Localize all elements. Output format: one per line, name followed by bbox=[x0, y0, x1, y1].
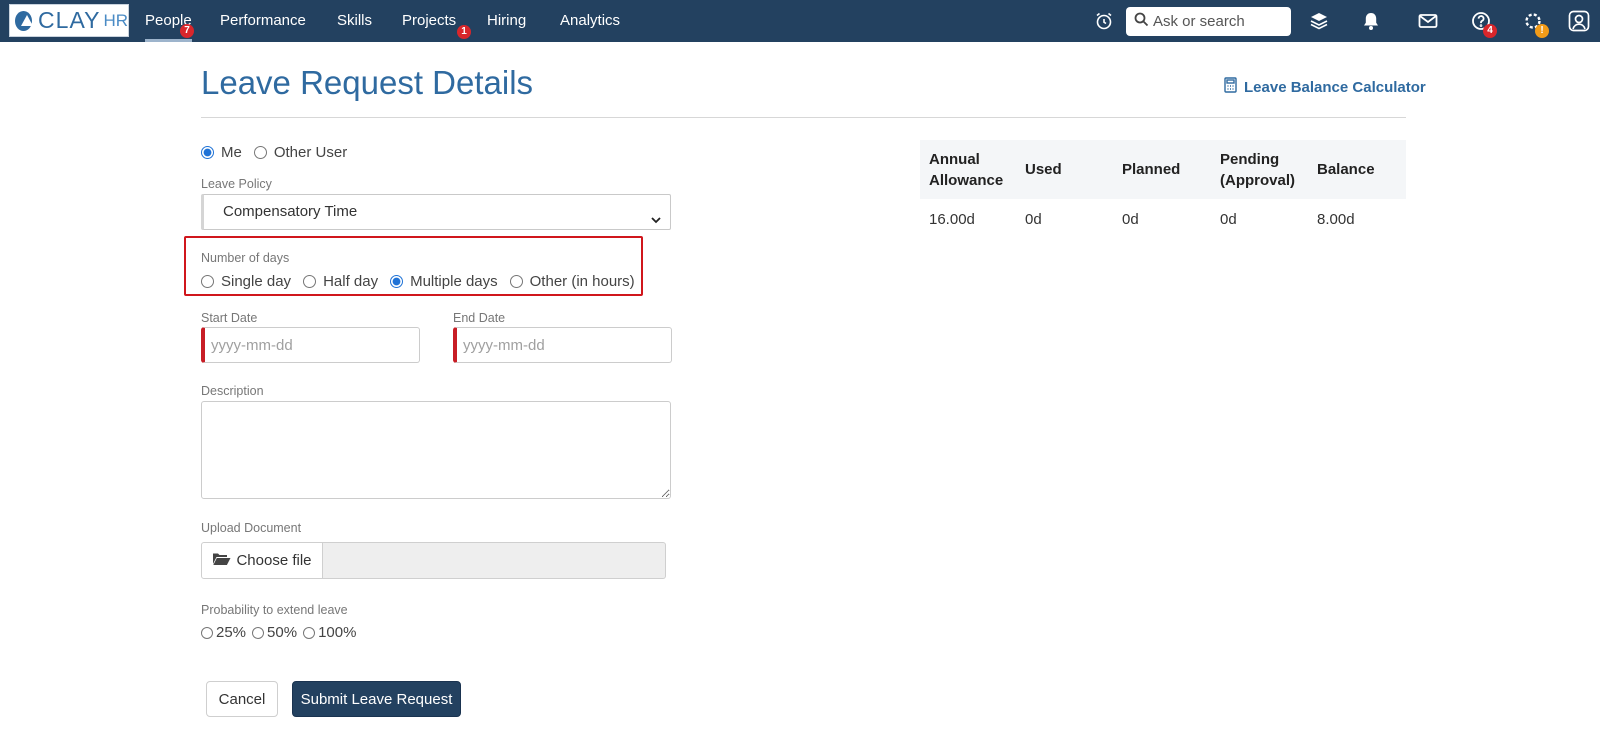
choose-file-button[interactable]: Choose file bbox=[201, 542, 323, 579]
nav-item-people[interactable]: People 7 bbox=[145, 0, 194, 42]
leave-policy-select[interactable]: Compensatory Time bbox=[201, 194, 671, 230]
search-icon bbox=[1134, 12, 1149, 32]
start-date-input[interactable] bbox=[201, 327, 420, 363]
header-divider bbox=[201, 117, 1406, 118]
radio-probability-50-input[interactable] bbox=[252, 626, 265, 639]
radio-probability-100-input[interactable] bbox=[303, 626, 316, 639]
folder-open-icon bbox=[212, 552, 231, 570]
radio-half-day-input[interactable] bbox=[303, 275, 317, 288]
user-radio-group: Me Other User bbox=[201, 144, 359, 161]
top-navigation-bar: CLAY HR People 7 Performance Skills Proj… bbox=[0, 0, 1600, 42]
radio-single-day[interactable]: Single day bbox=[201, 273, 291, 290]
nav-item-label: Skills bbox=[337, 12, 373, 29]
leave-balance-calculator-link[interactable]: Leave Balance Calculator bbox=[1224, 77, 1426, 97]
bell-icon[interactable] bbox=[1359, 9, 1383, 33]
nav-item-performance[interactable]: Performance bbox=[220, 0, 306, 42]
radio-me-input[interactable] bbox=[201, 146, 214, 159]
table-header-row: Annual Allowance Used Planned Pending (A… bbox=[920, 140, 1406, 199]
leave-policy-label: Leave Policy bbox=[201, 177, 272, 191]
radio-multiple-days-input[interactable] bbox=[390, 275, 404, 288]
cell-pending-approval: 0d bbox=[1220, 210, 1237, 228]
cancel-button[interactable]: Cancel bbox=[206, 681, 278, 717]
help-badge: 4 bbox=[1483, 24, 1497, 38]
mail-icon[interactable] bbox=[1416, 9, 1440, 33]
header-annual-allowance: Annual Allowance bbox=[920, 140, 1016, 199]
search-input[interactable] bbox=[1153, 13, 1283, 30]
alarm-clock-icon[interactable] bbox=[1092, 9, 1116, 33]
header-planned: Planned bbox=[1113, 140, 1211, 199]
radio-other-hours[interactable]: Other (in hours) bbox=[509, 273, 635, 290]
nav-item-skills[interactable]: Skills bbox=[337, 0, 372, 42]
radio-me-label: Me bbox=[221, 144, 242, 161]
number-of-days-label: Number of days bbox=[201, 251, 290, 265]
header-balance: Balance bbox=[1308, 140, 1406, 199]
clayhr-logo-icon bbox=[15, 10, 34, 31]
radio-probability-50[interactable]: 50% bbox=[252, 624, 297, 641]
file-name-display bbox=[323, 542, 666, 579]
header-pending-approval: Pending (Approval) bbox=[1211, 140, 1308, 199]
logo-text: CLAY bbox=[38, 7, 101, 33]
user-icon[interactable] bbox=[1567, 9, 1591, 33]
number-of-days-radio-group: Single day Half day Multiple days Other … bbox=[201, 273, 647, 290]
radio-probability-100-label: 100% bbox=[318, 624, 357, 641]
cell-annual-allowance: 16.00d bbox=[929, 210, 975, 228]
projects-badge: 1 bbox=[457, 25, 471, 39]
cell-balance: 8.00d bbox=[1317, 210, 1355, 228]
cell-used: 0d bbox=[1025, 210, 1042, 228]
radio-single-day-label: Single day bbox=[221, 273, 292, 290]
radio-other-user-label: Other User bbox=[273, 144, 348, 161]
nav-item-label: Projects bbox=[402, 12, 457, 29]
calculator-link-label: Leave Balance Calculator bbox=[1244, 78, 1426, 96]
calculator-icon bbox=[1224, 77, 1237, 97]
start-date-label: Start Date bbox=[201, 311, 258, 325]
layers-icon[interactable] bbox=[1307, 9, 1331, 33]
nav-item-label: Performance bbox=[220, 12, 306, 29]
end-date-input[interactable] bbox=[453, 327, 672, 363]
radio-probability-100[interactable]: 100% bbox=[303, 624, 356, 641]
people-badge: 7 bbox=[180, 24, 194, 38]
radio-multiple-days[interactable]: Multiple days bbox=[390, 273, 498, 290]
chevron-down-icon bbox=[650, 205, 662, 239]
choose-file-label: Choose file bbox=[236, 552, 312, 569]
radio-half-day[interactable]: Half day bbox=[303, 273, 378, 290]
settings-alert-badge: ! bbox=[1535, 24, 1549, 38]
leave-policy-value: Compensatory Time bbox=[223, 203, 358, 220]
radio-single-day-input[interactable] bbox=[201, 275, 214, 288]
radio-multiple-days-label: Multiple days bbox=[410, 273, 498, 290]
nav-item-label: Analytics bbox=[560, 12, 621, 29]
probability-radio-group: 25% 50% 100% bbox=[201, 624, 362, 641]
description-textarea[interactable] bbox=[201, 401, 671, 499]
nav-item-analytics[interactable]: Analytics bbox=[560, 0, 620, 42]
probability-label: Probability to extend leave bbox=[201, 603, 348, 617]
description-label: Description bbox=[201, 384, 264, 398]
nav-item-projects[interactable]: Projects 1 bbox=[402, 0, 471, 42]
page-title: Leave Request Details bbox=[201, 64, 534, 101]
submit-leave-request-button[interactable]: Submit Leave Request bbox=[292, 681, 461, 717]
search-box[interactable] bbox=[1126, 7, 1291, 36]
upload-document-label: Upload Document bbox=[201, 521, 302, 535]
radio-probability-25[interactable]: 25% bbox=[201, 624, 246, 641]
radio-probability-50-label: 50% bbox=[267, 624, 298, 641]
radio-other-user[interactable]: Other User bbox=[253, 144, 348, 161]
header-used: Used bbox=[1016, 140, 1113, 199]
radio-other-user-input[interactable] bbox=[253, 146, 267, 159]
radio-other-hours-input[interactable] bbox=[509, 275, 523, 288]
leave-balance-table: Annual Allowance Used Planned Pending (A… bbox=[920, 140, 1406, 239]
radio-other-hours-label: Other (in hours) bbox=[529, 273, 635, 290]
nav-item-hiring[interactable]: Hiring bbox=[487, 0, 526, 42]
radio-probability-25-input[interactable] bbox=[201, 626, 213, 639]
radio-half-day-label: Half day bbox=[323, 273, 379, 290]
nav-item-label: Hiring bbox=[487, 12, 527, 29]
radio-me[interactable]: Me bbox=[201, 144, 242, 161]
table-row: 16.00d 0d 0d 0d 8.00d bbox=[920, 199, 1406, 239]
logo-suffix: HR bbox=[103, 11, 128, 30]
cell-planned: 0d bbox=[1122, 210, 1139, 228]
radio-probability-25-label: 25% bbox=[216, 624, 247, 641]
end-date-label: End Date bbox=[453, 311, 506, 325]
clayhr-logo[interactable]: CLAY HR bbox=[9, 4, 129, 37]
